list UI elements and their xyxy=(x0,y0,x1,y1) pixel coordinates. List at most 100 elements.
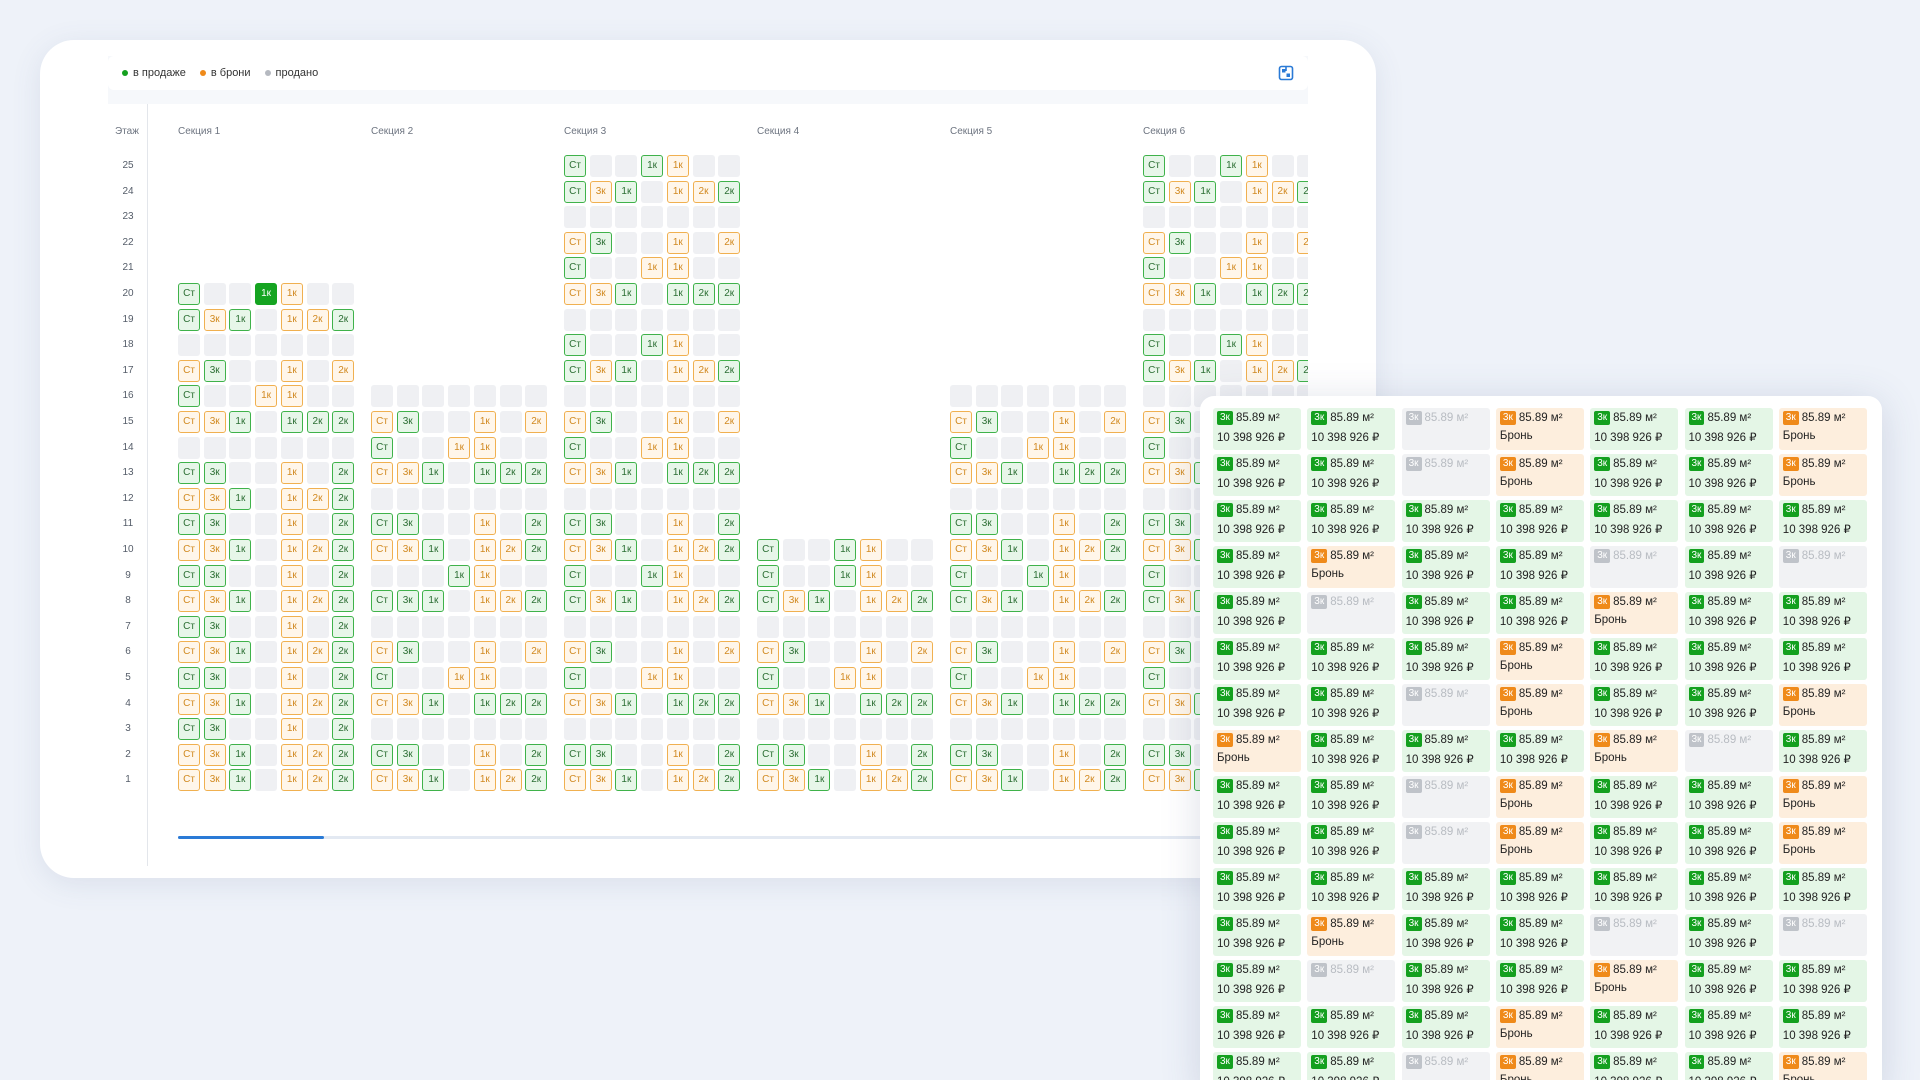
apartment-cell[interactable]: 3к xyxy=(1168,359,1191,382)
apartment-cell[interactable]: 2к xyxy=(332,718,355,741)
apartment-cell[interactable]: 2к xyxy=(332,513,355,536)
apartment-cell[interactable]: 2к xyxy=(1271,359,1294,382)
apartment-cell[interactable]: 1к xyxy=(666,539,689,561)
apartment-cell[interactable]: Ст xyxy=(178,385,200,408)
apartment-card[interactable]: 3к85.89 м² 10 398 926 ₽ xyxy=(1495,730,1584,772)
apartment-card[interactable]: 3к 85.89 м² Бронь xyxy=(1778,1052,1867,1080)
apartment-cell[interactable]: 2к xyxy=(525,513,548,536)
apartment-card[interactable]: 3к85.89 м² 10 398 926 ₽ xyxy=(1684,408,1773,450)
apartment-cell[interactable]: 2к xyxy=(911,769,934,792)
apartment-cell[interactable]: Ст xyxy=(371,539,393,561)
apartment-card[interactable]: 3к85.89 м² 10 398 926 ₽ xyxy=(1401,638,1490,680)
apartment-cell[interactable]: Ст xyxy=(950,436,972,459)
apartment-card[interactable]: 3к 85.89 м² Бронь xyxy=(1495,822,1584,864)
apartment-cell[interactable]: 1к xyxy=(1052,743,1075,766)
apartment-card[interactable]: 3к85.89 м² 10 398 926 ₽ xyxy=(1401,914,1490,956)
apartment-cell[interactable]: 2к xyxy=(1297,180,1308,203)
apartment-card[interactable]: 3к85.89 м² 10 398 926 ₽ xyxy=(1307,500,1396,542)
apartment-cell[interactable]: 1к xyxy=(666,359,689,382)
apartment-cell[interactable]: Ст xyxy=(178,590,200,613)
apartment-cell[interactable]: Ст xyxy=(178,692,200,715)
apartment-cell[interactable]: Ст xyxy=(1143,590,1165,613)
apartment-cell[interactable]: Ст xyxy=(371,641,393,664)
apartment-cell[interactable]: Ст xyxy=(178,359,200,382)
apartment-cell[interactable]: 3к xyxy=(203,564,226,587)
apartment-cell[interactable]: 1к xyxy=(859,667,882,689)
apartment-card[interactable]: 3к85.89 м² 10 398 926 ₽ xyxy=(1684,500,1773,542)
apartment-cell[interactable]: 1к xyxy=(229,692,252,715)
apartment-cell[interactable]: 2к xyxy=(332,462,355,485)
apartment-cell[interactable]: 1к xyxy=(666,462,689,485)
apartment-cell[interactable]: Ст xyxy=(178,615,200,638)
apartment-cell[interactable]: 2к xyxy=(1104,641,1127,664)
apartment-cell[interactable]: 2к xyxy=(718,513,741,536)
apartment-card[interactable]: 3к85.89 м² 10 398 926 ₽ xyxy=(1778,638,1867,680)
apartment-cell[interactable]: Ст xyxy=(564,667,586,689)
apartment-cell[interactable]: Ст xyxy=(564,334,586,357)
apartment-card[interactable]: 3к85.89 м² 10 398 926 ₽ xyxy=(1778,1006,1867,1048)
apartment-cell[interactable]: 2к xyxy=(911,692,934,715)
apartment-cell[interactable]: 1к xyxy=(615,462,638,485)
apartment-cell[interactable]: 2к xyxy=(692,692,715,715)
apartment-cell[interactable]: 1к xyxy=(280,359,303,382)
apartment-cell[interactable]: 3к xyxy=(203,539,226,561)
apartment-cell[interactable]: 1к xyxy=(1001,692,1024,715)
apartment-cell[interactable]: 3к xyxy=(975,641,998,664)
apartment-cell[interactable]: 1к xyxy=(666,564,689,587)
apartment-cell[interactable]: 2к xyxy=(1104,513,1127,536)
apartment-cell[interactable]: 2к xyxy=(525,692,548,715)
apartment-cell[interactable]: 3к xyxy=(203,513,226,536)
apartment-cell[interactable]: 1к xyxy=(473,436,496,459)
apartment-card[interactable]: 3к85.89 м² 10 398 926 ₽ xyxy=(1401,592,1490,634)
apartment-cell[interactable]: Ст xyxy=(1143,692,1165,715)
apartment-cell[interactable]: 1к xyxy=(641,564,664,587)
apartment-card[interactable]: 3к85.89 м² 10 398 926 ₽ xyxy=(1590,822,1679,864)
apartment-cell[interactable]: Ст xyxy=(1143,743,1165,766)
apartment-cell[interactable]: 2к xyxy=(332,539,355,561)
apartment-cell[interactable]: 2к xyxy=(1104,743,1127,766)
apartment-cell[interactable]: 3к xyxy=(203,667,226,689)
apartment-cell[interactable]: 3к xyxy=(589,180,612,203)
apartment-cell[interactable]: 2к xyxy=(692,283,715,305)
apartment-cell[interactable]: 1к xyxy=(1027,436,1050,459)
apartment-cell[interactable]: 2к xyxy=(306,692,329,715)
apartment-card[interactable]: 3к85.89 м² 10 398 926 ₽ xyxy=(1684,546,1773,588)
apartment-cell[interactable]: Ст xyxy=(757,641,779,664)
apartment-cell[interactable]: 2к xyxy=(911,641,934,664)
apartment-cell[interactable]: 1к xyxy=(280,513,303,536)
apartment-cell[interactable]: 1к xyxy=(473,590,496,613)
legend-item-sold[interactable]: продано xyxy=(264,67,318,79)
apartment-cell[interactable]: 3к xyxy=(203,743,226,766)
apartment-cell[interactable]: Ст xyxy=(950,411,972,433)
apartment-card[interactable]: 3к85.89 м² 10 398 926 ₽ xyxy=(1213,868,1301,910)
apartment-cell[interactable]: 1к xyxy=(1245,359,1268,382)
apartment-cell[interactable]: Ст xyxy=(950,539,972,561)
apartment-cell[interactable]: 2к xyxy=(1104,692,1127,715)
apartment-card[interactable]: 3к85.89 м² 10 398 926 ₽ xyxy=(1684,914,1773,956)
apartment-cell[interactable]: Ст xyxy=(564,590,586,613)
apartment-cell[interactable]: Ст xyxy=(1143,564,1165,587)
apartment-card[interactable]: 3к85.89 м² 10 398 926 ₽ xyxy=(1495,868,1584,910)
apartment-card[interactable]: 3к85.89 м² 10 398 926 ₽ xyxy=(1778,868,1867,910)
apartment-card[interactable]: 3к 85.89 м² xyxy=(1401,822,1490,864)
apartment-cell[interactable]: 3к xyxy=(1168,590,1191,613)
apartment-cell[interactable]: 1к xyxy=(1194,180,1217,203)
apartment-cell[interactable]: 1к xyxy=(473,667,496,689)
apartment-cell[interactable]: 1к xyxy=(229,590,252,613)
apartment-cell[interactable]: Ст xyxy=(371,590,393,613)
apartment-cell[interactable]: 1к xyxy=(280,692,303,715)
apartment-cell[interactable]: 1к xyxy=(1052,641,1075,664)
apartment-card[interactable]: 3к85.89 м² 10 398 926 ₽ xyxy=(1401,868,1490,910)
apartment-card[interactable]: 3к 85.89 м² xyxy=(1684,730,1773,772)
apartment-card[interactable]: 3к 85.89 м² Бронь xyxy=(1778,684,1867,726)
apartment-cell[interactable]: Ст xyxy=(564,180,586,203)
apartment-cell[interactable]: 2к xyxy=(306,590,329,613)
apartment-card[interactable]: 3к85.89 м² 10 398 926 ₽ xyxy=(1590,684,1679,726)
apartment-cell[interactable]: 1к xyxy=(473,692,496,715)
apartment-cell[interactable]: 3к xyxy=(203,462,226,485)
apartment-cell[interactable]: 1к xyxy=(1245,231,1268,254)
apartment-cell[interactable]: Ст xyxy=(178,718,200,741)
apartment-card[interactable]: 3к85.89 м² 10 398 926 ₽ xyxy=(1401,500,1490,542)
apartment-cell[interactable]: 2к xyxy=(718,231,741,254)
apartment-cell[interactable]: 1к xyxy=(1052,513,1075,536)
